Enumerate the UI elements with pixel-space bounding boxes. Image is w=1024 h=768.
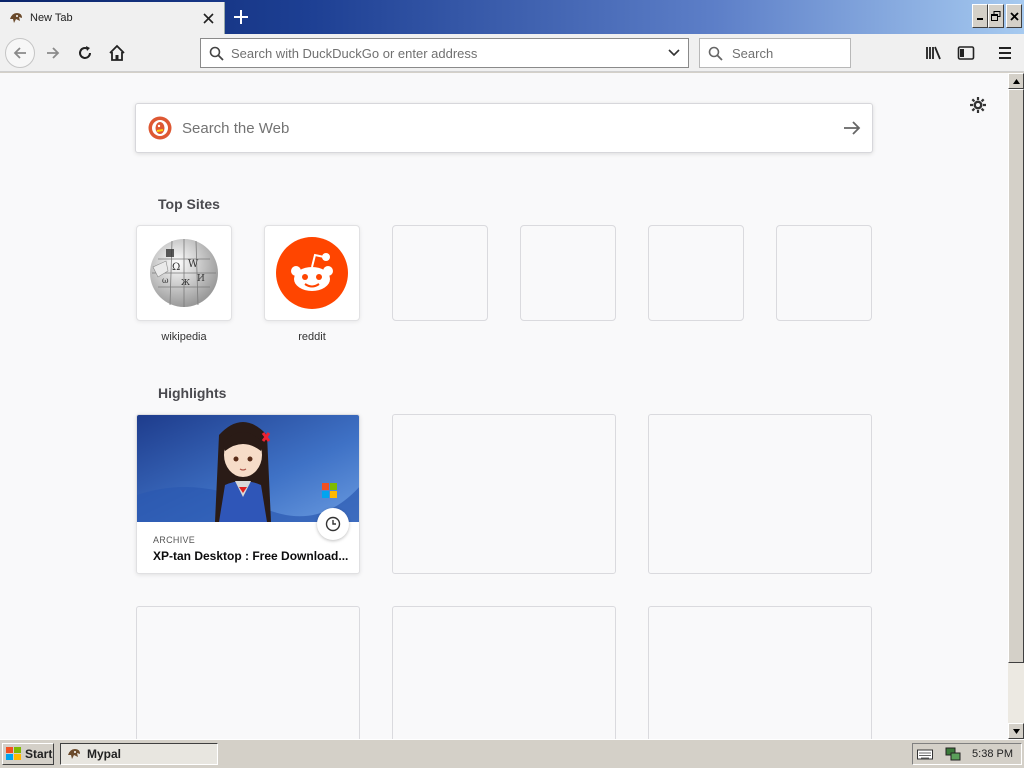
clock-icon bbox=[317, 508, 349, 540]
highlight-context-label: ARCHIVE bbox=[153, 535, 196, 545]
wikipedia-globe-icon: Ω W И ω Ж bbox=[150, 239, 218, 307]
highlight-placeholder bbox=[648, 414, 872, 574]
top-site-tile-reddit[interactable] bbox=[264, 225, 360, 321]
web-search-placeholder: Search the Web bbox=[182, 119, 290, 137]
web-search-box[interactable]: Search the Web bbox=[135, 103, 873, 153]
search-icon bbox=[209, 46, 224, 61]
settings-gear-icon[interactable] bbox=[967, 94, 989, 116]
svg-text:ω: ω bbox=[162, 276, 169, 285]
top-site-placeholder bbox=[776, 225, 872, 321]
reddit-icon bbox=[276, 237, 348, 309]
vertical-scrollbar[interactable] bbox=[1008, 73, 1024, 739]
library-button[interactable] bbox=[920, 39, 948, 67]
taskbar-item-label: Mypal bbox=[87, 747, 122, 761]
start-button[interactable]: Start bbox=[2, 743, 54, 765]
reload-icon bbox=[79, 46, 91, 59]
hamburger-menu-icon bbox=[999, 47, 1011, 59]
svg-text:Ж: Ж bbox=[181, 278, 190, 287]
close-window-button[interactable] bbox=[1006, 4, 1022, 28]
highlight-card[interactable]: ARCHIVE XP-tan Desktop : Free Download..… bbox=[136, 414, 360, 574]
top-site-placeholder bbox=[520, 225, 616, 321]
new-tab-button[interactable] bbox=[228, 4, 254, 30]
new-tab-page: Search the Web Top Sites Ω W И ω Ж wikip… bbox=[0, 73, 1008, 739]
search-icon bbox=[708, 46, 723, 61]
highlight-placeholder bbox=[136, 606, 360, 739]
system-tray: 5:38 PM bbox=[912, 743, 1022, 765]
top-site-label-wikipedia: wikipedia bbox=[161, 331, 207, 343]
arrow-right-icon[interactable] bbox=[832, 120, 872, 136]
svg-text:И: И bbox=[197, 274, 205, 284]
scroll-down-arrow-icon[interactable] bbox=[1008, 723, 1024, 739]
minimize-button[interactable] bbox=[972, 4, 988, 28]
title-bar: New Tab bbox=[0, 0, 1024, 34]
search-bar[interactable]: Search bbox=[699, 38, 851, 68]
keyboard-icon[interactable] bbox=[917, 748, 933, 760]
sidebar-icon bbox=[957, 46, 975, 60]
svg-text:W: W bbox=[188, 259, 199, 270]
reload-button[interactable] bbox=[71, 39, 99, 67]
navigation-toolbar: Search with DuckDuckGo or enter address … bbox=[0, 34, 1024, 72]
highlights-heading: Highlights bbox=[158, 385, 227, 401]
svg-text:Ω: Ω bbox=[172, 262, 180, 273]
top-site-tile-wikipedia[interactable]: Ω W И ω Ж bbox=[136, 225, 232, 321]
sidebar-button[interactable] bbox=[952, 39, 980, 67]
mypal-favicon-icon bbox=[10, 13, 22, 23]
plus-icon bbox=[234, 10, 248, 24]
top-sites-heading: Top Sites bbox=[158, 196, 220, 212]
forward-button[interactable] bbox=[39, 39, 67, 67]
url-placeholder: Search with DuckDuckGo or enter address bbox=[231, 45, 478, 61]
scrollbar-thumb[interactable] bbox=[1008, 89, 1024, 663]
restore-button[interactable] bbox=[988, 4, 1004, 28]
top-site-placeholder bbox=[392, 225, 488, 321]
highlight-placeholder bbox=[648, 606, 872, 739]
network-icon[interactable] bbox=[945, 746, 961, 762]
start-label: Start bbox=[25, 747, 53, 761]
menu-button[interactable] bbox=[991, 39, 1019, 67]
library-icon bbox=[926, 46, 941, 60]
close-icon[interactable] bbox=[198, 8, 218, 28]
highlight-placeholder bbox=[392, 606, 616, 739]
tab-new-tab[interactable]: New Tab bbox=[0, 2, 225, 34]
arrow-left-icon bbox=[13, 47, 26, 59]
url-bar[interactable]: Search with DuckDuckGo or enter address bbox=[200, 38, 689, 68]
back-button[interactable] bbox=[5, 38, 35, 68]
scroll-up-arrow-icon[interactable] bbox=[1008, 73, 1024, 89]
highlight-placeholder bbox=[392, 414, 616, 574]
mypal-app-icon bbox=[68, 749, 80, 759]
home-icon bbox=[109, 44, 125, 61]
duckduckgo-logo-icon bbox=[148, 116, 172, 140]
tab-title: New Tab bbox=[30, 12, 73, 24]
highlight-thumbnail bbox=[137, 415, 359, 522]
taskbar-item-mypal[interactable]: Mypal bbox=[60, 743, 218, 765]
search-placeholder: Search bbox=[732, 45, 774, 61]
chevron-down-icon[interactable] bbox=[660, 49, 688, 57]
home-button[interactable] bbox=[103, 39, 131, 67]
taskbar: Start Mypal 5:38 PM bbox=[0, 739, 1024, 768]
top-site-label-reddit: reddit bbox=[298, 331, 326, 343]
windows-logo-icon bbox=[6, 747, 21, 760]
top-site-placeholder bbox=[648, 225, 744, 321]
highlight-title: XP-tan Desktop : Free Download... bbox=[153, 549, 349, 563]
taskbar-clock[interactable]: 5:38 PM bbox=[972, 748, 1013, 760]
arrow-right-icon bbox=[47, 47, 60, 59]
